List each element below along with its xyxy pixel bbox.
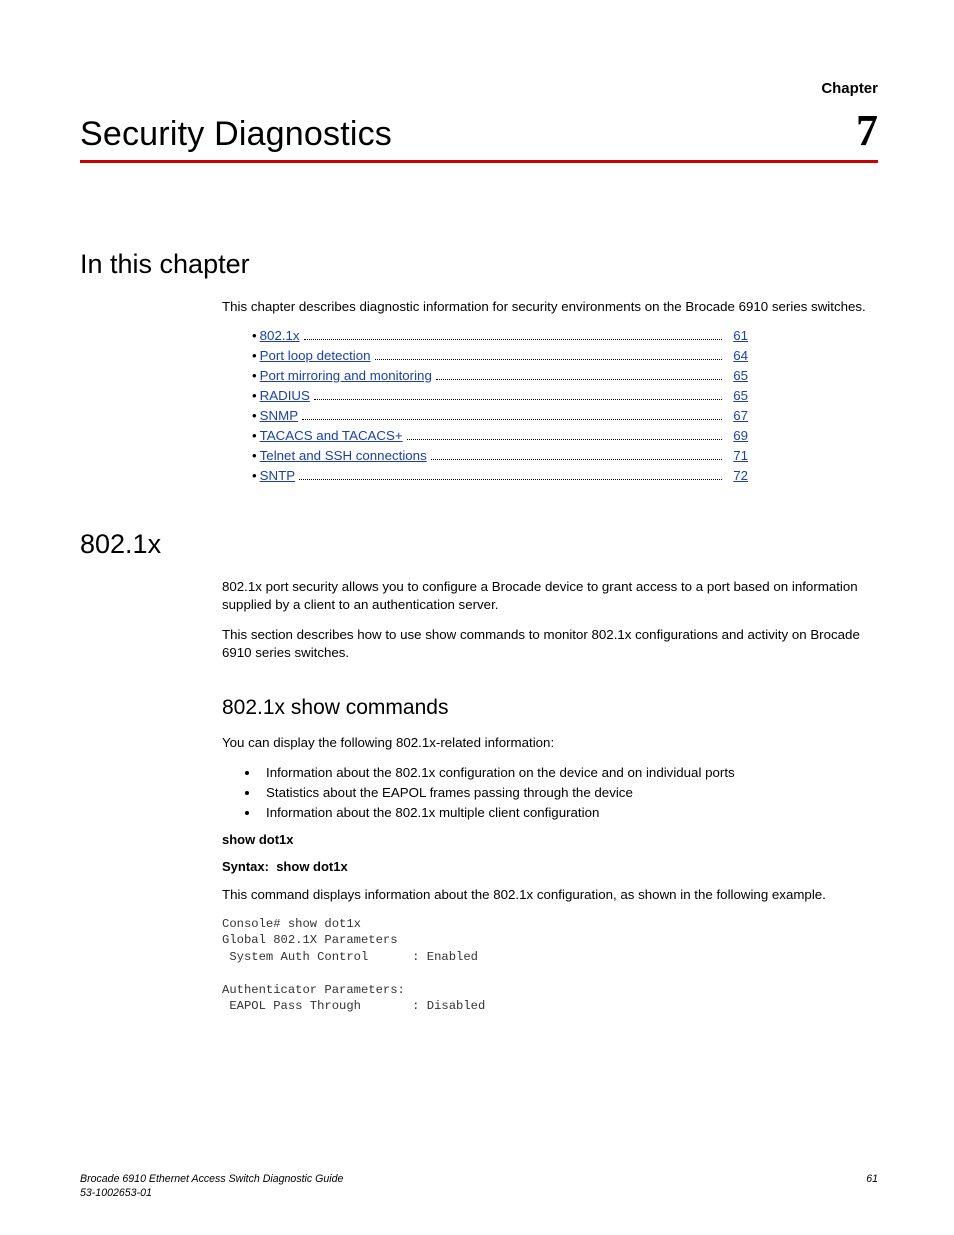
subsection-show-commands-heading: 802.1x show commands xyxy=(222,696,878,720)
toc-leader xyxy=(302,419,722,420)
title-row: Security Diagnostics 7 xyxy=(80,109,878,154)
bullet-icon: • xyxy=(252,408,257,423)
toc-leader xyxy=(375,359,722,360)
toc-link-sntp[interactable]: SNTP xyxy=(260,468,295,483)
toc-item: • TACACS and TACACS+ 69 xyxy=(252,428,748,443)
list-item: Statistics about the EAPOL frames passin… xyxy=(260,785,878,800)
toc-page-link[interactable]: 72 xyxy=(726,468,748,483)
list-item: Information about the 802.1x multiple cl… xyxy=(260,805,878,820)
toc-item: • RADIUS 65 xyxy=(252,388,748,403)
toc-leader xyxy=(314,399,722,400)
toc-leader xyxy=(431,459,722,460)
toc-item: • Port mirroring and monitoring 65 xyxy=(252,368,748,383)
syntax-command: show dot1x xyxy=(276,859,348,874)
toc-page-link[interactable]: 67 xyxy=(726,408,748,423)
info-bullets: Information about the 802.1x configurati… xyxy=(242,765,878,820)
toc-leader xyxy=(299,479,722,480)
section-8021x-para1: 802.1x port security allows you to confi… xyxy=(222,578,878,614)
toc-link-snmp[interactable]: SNMP xyxy=(260,408,298,423)
subsection-intro: You can display the following 802.1x-rel… xyxy=(222,734,878,752)
toc-item: • 802.1x 61 xyxy=(252,328,748,343)
toc-link-telnet-ssh[interactable]: Telnet and SSH connections xyxy=(260,448,427,463)
bullet-icon: • xyxy=(252,348,257,363)
chapter-title: Security Diagnostics xyxy=(80,115,392,154)
bullet-icon: • xyxy=(252,448,257,463)
syntax-line: Syntax: show dot1x xyxy=(222,859,878,874)
toc-link-tacacs[interactable]: TACACS and TACACS+ xyxy=(260,428,403,443)
toc-leader xyxy=(436,379,722,380)
toc-leader xyxy=(407,439,722,440)
toc-item: • SNMP 67 xyxy=(252,408,748,423)
footer-page-number: 61 xyxy=(866,1173,878,1201)
command-heading: show dot1x xyxy=(222,832,878,847)
toc-page-link[interactable]: 71 xyxy=(726,448,748,463)
chapter-label: Chapter xyxy=(80,80,878,97)
toc-leader xyxy=(304,339,722,340)
section-in-this-chapter-heading: In this chapter xyxy=(80,249,878,280)
bullet-icon: • xyxy=(252,468,257,483)
bullet-icon: • xyxy=(252,368,257,383)
toc-page-link[interactable]: 61 xyxy=(726,328,748,343)
toc-page-link[interactable]: 64 xyxy=(726,348,748,363)
toc-item: • Port loop detection 64 xyxy=(252,348,748,363)
toc-page-link[interactable]: 69 xyxy=(726,428,748,443)
toc-item: • Telnet and SSH connections 71 xyxy=(252,448,748,463)
chapter-toc: • 802.1x 61 • Port loop detection 64 • P… xyxy=(252,328,748,483)
title-rule xyxy=(80,160,878,163)
footer-title: Brocade 6910 Ethernet Access Switch Diag… xyxy=(80,1173,343,1185)
chapter-number: 7 xyxy=(856,109,878,153)
syntax-label: Syntax: xyxy=(222,859,269,874)
toc-link-port-mirroring[interactable]: Port mirroring and monitoring xyxy=(260,368,432,383)
page-footer: Brocade 6910 Ethernet Access Switch Diag… xyxy=(80,1173,878,1201)
toc-link-radius[interactable]: RADIUS xyxy=(260,388,310,403)
list-item: Information about the 802.1x configurati… xyxy=(260,765,878,780)
bullet-icon: • xyxy=(252,328,257,343)
footer-docid: 53-1002653-01 xyxy=(80,1187,152,1199)
bullet-icon: • xyxy=(252,428,257,443)
section-8021x-para2: This section describes how to use show c… xyxy=(222,626,878,662)
toc-page-link[interactable]: 65 xyxy=(726,368,748,383)
code-output: Console# show dot1x Global 802.1X Parame… xyxy=(222,916,878,1015)
toc-link-port-loop[interactable]: Port loop detection xyxy=(260,348,371,363)
toc-item: • SNTP 72 xyxy=(252,468,748,483)
section-8021x-heading: 802.1x xyxy=(80,529,878,560)
command-description: This command displays information about … xyxy=(222,886,878,904)
bullet-icon: • xyxy=(252,388,257,403)
toc-link-8021x[interactable]: 802.1x xyxy=(260,328,300,343)
toc-page-link[interactable]: 65 xyxy=(726,388,748,403)
intro-paragraph: This chapter describes diagnostic inform… xyxy=(222,298,878,316)
